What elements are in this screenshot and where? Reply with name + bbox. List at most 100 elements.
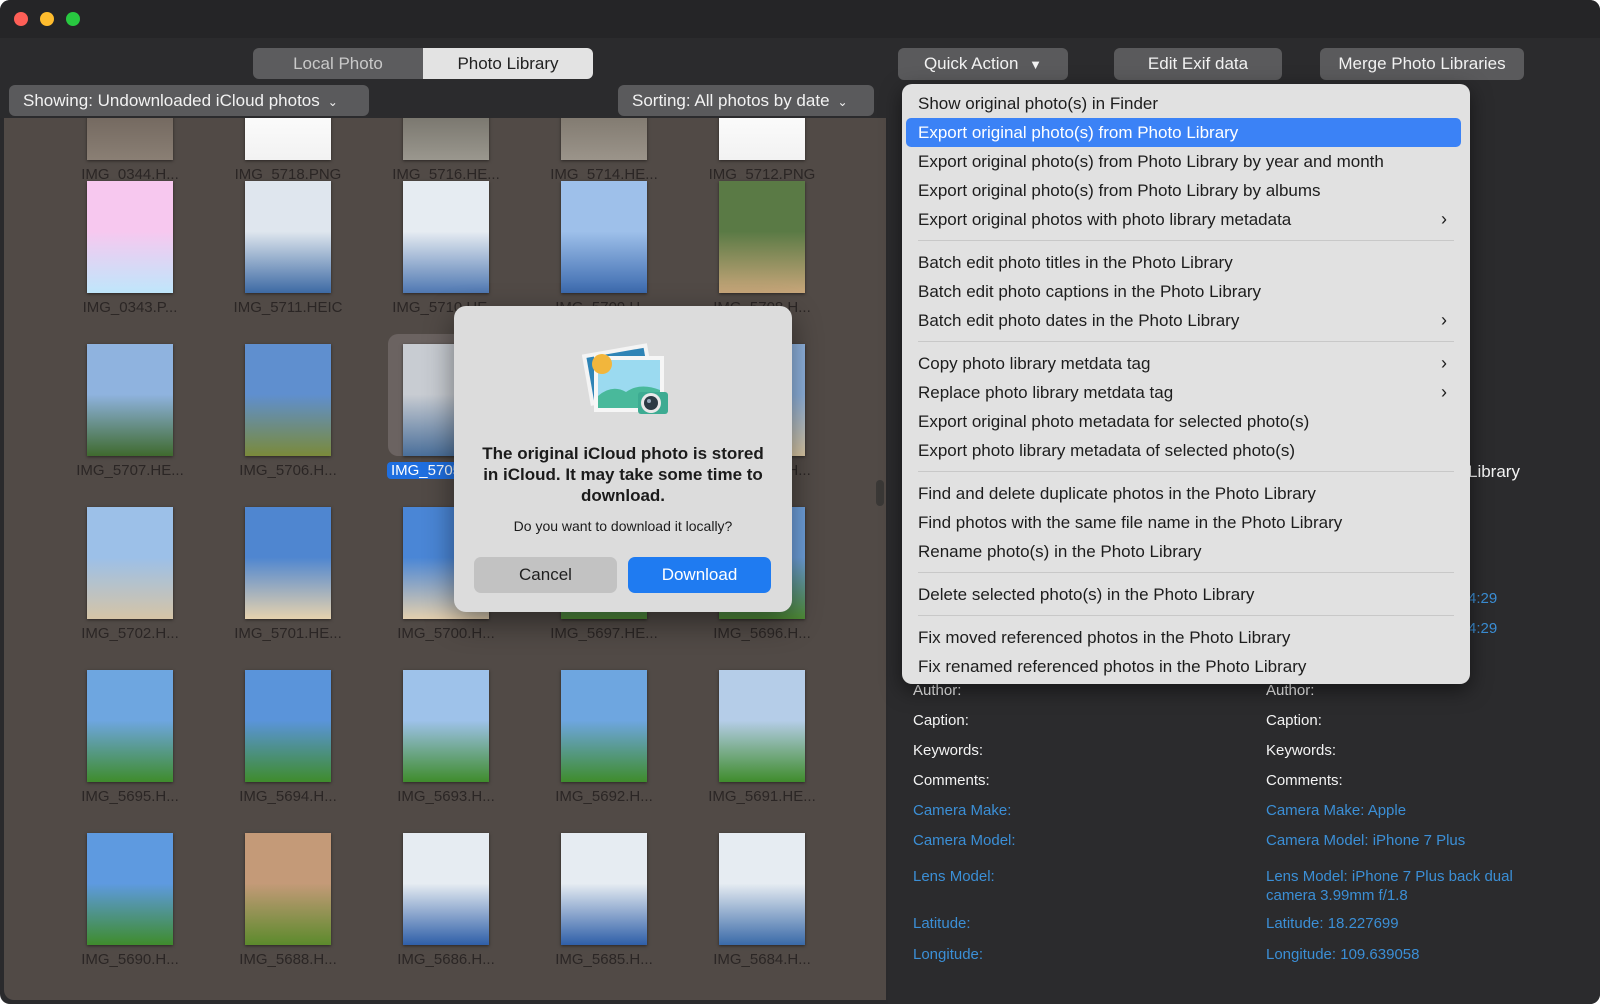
zoom-window-button[interactable]	[66, 12, 80, 26]
menu-item[interactable]: Batch edit photo titles in the Photo Lib…	[906, 248, 1461, 277]
menu-item[interactable]: Fix renamed referenced photos in the Pho…	[906, 652, 1461, 681]
photo-filename: IMG_5697.HE...	[518, 625, 690, 642]
quick-action-label: Quick Action	[923, 54, 1019, 73]
menu-item[interactable]: Export original photo(s) from Photo Libr…	[906, 147, 1461, 176]
photo-thumbnail[interactable]	[561, 118, 647, 160]
photo-thumbnail[interactable]	[245, 833, 331, 945]
metadata-field: Comments:	[913, 772, 990, 789]
photo-item[interactable]: IMG_5688.H...	[202, 833, 362, 996]
photo-thumbnail[interactable]	[403, 833, 489, 945]
grid-scrollbar[interactable]	[876, 480, 884, 506]
photo-filename: IMG_5686.H...	[360, 951, 532, 968]
photo-item[interactable]: IMG_5690.H...	[44, 833, 204, 996]
photo-thumbnail[interactable]	[245, 181, 331, 293]
tab-local-photo[interactable]: Local Photo	[253, 48, 423, 79]
menu-item[interactable]: Replace photo library metdata tag ›	[906, 378, 1461, 407]
photo-thumbnail[interactable]	[719, 670, 805, 782]
photo-thumbnail[interactable]	[245, 507, 331, 619]
photo-item[interactable]: IMG_5692.H...	[518, 670, 678, 833]
photo-camera-icon	[582, 343, 668, 414]
menu-item[interactable]: Copy photo library metdata tag ›	[906, 349, 1461, 378]
photo-thumbnail[interactable]	[719, 181, 805, 293]
photo-thumbnail[interactable]	[87, 507, 173, 619]
photo-thumbnail[interactable]	[87, 118, 173, 160]
menu-item[interactable]: Export photo library metadata of selecte…	[906, 436, 1461, 465]
menu-item-label: Export original photo(s) from Photo Libr…	[918, 123, 1239, 142]
menu-separator	[918, 572, 1454, 573]
menu-item-label: Delete selected photo(s) in the Photo Li…	[918, 585, 1255, 604]
edit-exif-button[interactable]: Edit Exif data	[1114, 48, 1282, 80]
photo-filename-text: IMG_5684.H...	[713, 951, 811, 968]
menu-item[interactable]: Batch edit photo captions in the Photo L…	[906, 277, 1461, 306]
date-partial: 4:29	[1468, 590, 1498, 607]
minimize-window-button[interactable]	[40, 12, 54, 26]
menu-item[interactable]: Fix moved referenced photos in the Photo…	[906, 623, 1461, 652]
menu-item[interactable]: Export original photo metadata for selec…	[906, 407, 1461, 436]
metadata-field: Author:	[1266, 682, 1315, 699]
sorting-label: Sorting: All photos by date	[632, 91, 830, 110]
photo-thumbnail[interactable]	[87, 670, 173, 782]
photo-filename: IMG_5690.H...	[44, 951, 216, 968]
photo-thumbnail[interactable]	[561, 833, 647, 945]
photo-thumbnail[interactable]	[87, 833, 173, 945]
photo-item[interactable]: IMG_5702.H...	[44, 507, 204, 670]
photo-item[interactable]: IMG_5707.HE...	[44, 344, 204, 507]
menu-item[interactable]: Find and delete duplicate photos in the …	[906, 479, 1461, 508]
photo-item[interactable]: IMG_5711.HEIC	[202, 181, 362, 344]
metadata-field: Keywords:	[913, 742, 984, 759]
photo-item[interactable]: IMG_5695.H...	[44, 670, 204, 833]
photo-thumbnail[interactable]	[403, 670, 489, 782]
cancel-button[interactable]: Cancel	[474, 557, 617, 593]
photo-thumbnail[interactable]	[87, 181, 173, 293]
photo-thumbnail[interactable]	[87, 344, 173, 456]
metadata-field: Camera Make:	[913, 802, 1012, 819]
photo-thumbnail[interactable]	[561, 670, 647, 782]
photo-item[interactable]: IMG_5706.H...	[202, 344, 362, 507]
menu-item-label: Find and delete duplicate photos in the …	[918, 484, 1316, 503]
photo-thumbnail[interactable]	[245, 118, 331, 160]
menu-item[interactable]: Delete selected photo(s) in the Photo Li…	[906, 580, 1461, 609]
photo-item[interactable]: IMG_5684.H...	[676, 833, 836, 996]
photo-item[interactable]: IMG_5693.H...	[360, 670, 520, 833]
menu-item[interactable]: Export original photo(s) from Photo Libr…	[906, 176, 1461, 205]
triangle-down-icon: ▼	[1029, 57, 1043, 72]
photo-thumbnail[interactable]	[245, 344, 331, 456]
photo-thumbnail[interactable]	[245, 670, 331, 782]
menu-item[interactable]: Rename photo(s) in the Photo Library	[906, 537, 1461, 566]
photo-filename-text: IMG_5692.H...	[555, 788, 653, 805]
photo-item[interactable]: IMG_5694.H...	[202, 670, 362, 833]
photo-item[interactable]: IMG_0343.P...	[44, 181, 204, 344]
quick-action-button[interactable]: Quick Action ▼	[898, 48, 1068, 80]
photo-thumbnail[interactable]	[403, 118, 489, 160]
photo-filename-text: IMG_5696.H...	[713, 625, 811, 642]
menu-item[interactable]: Batch edit photo dates in the Photo Libr…	[906, 306, 1461, 335]
photo-thumbnail[interactable]	[719, 118, 805, 160]
photo-filename: IMG_5694.H...	[202, 788, 374, 805]
photo-filename-text: IMG_5690.H...	[81, 951, 179, 968]
menu-item-label: Show original photo(s) in Finder	[918, 94, 1159, 113]
menu-item[interactable]: Export original photo(s) from Photo Libr…	[906, 118, 1461, 147]
metadata-field: Keywords:	[1266, 742, 1337, 759]
menu-item[interactable]: Show original photo(s) in Finder	[906, 89, 1461, 118]
merge-libraries-button[interactable]: Merge Photo Libraries	[1320, 48, 1524, 80]
photo-item[interactable]: IMG_5691.HE...	[676, 670, 836, 833]
photo-item[interactable]: IMG_5685.H...	[518, 833, 678, 996]
photo-item[interactable]: IMG_5686.H...	[360, 833, 520, 996]
photo-thumbnail[interactable]	[561, 181, 647, 293]
photo-thumbnail[interactable]	[719, 833, 805, 945]
showing-filter-dropdown[interactable]: Showing: Undownloaded iCloud photos ⌄	[9, 85, 369, 116]
download-button[interactable]: Download	[628, 557, 771, 593]
showing-filter-label: Showing: Undownloaded iCloud photos	[23, 91, 320, 110]
photo-item[interactable]: IMG_5701.HE...	[202, 507, 362, 670]
chevron-right-icon: ›	[1441, 209, 1447, 229]
photo-thumbnail[interactable]	[403, 181, 489, 293]
close-window-button[interactable]	[14, 12, 28, 26]
photo-filename-text: IMG_5686.H...	[397, 951, 495, 968]
metadata-field: Longitude: 109.639058	[1266, 946, 1420, 963]
tab-photo-library[interactable]: Photo Library	[423, 48, 593, 79]
menu-item-label: Batch edit photo dates in the Photo Libr…	[918, 311, 1240, 330]
photo-filename-text: IMG_5706.H...	[239, 462, 337, 479]
menu-item[interactable]: Export original photos with photo librar…	[906, 205, 1461, 234]
sorting-dropdown[interactable]: Sorting: All photos by date ⌄	[618, 85, 874, 116]
menu-item[interactable]: Find photos with the same file name in t…	[906, 508, 1461, 537]
